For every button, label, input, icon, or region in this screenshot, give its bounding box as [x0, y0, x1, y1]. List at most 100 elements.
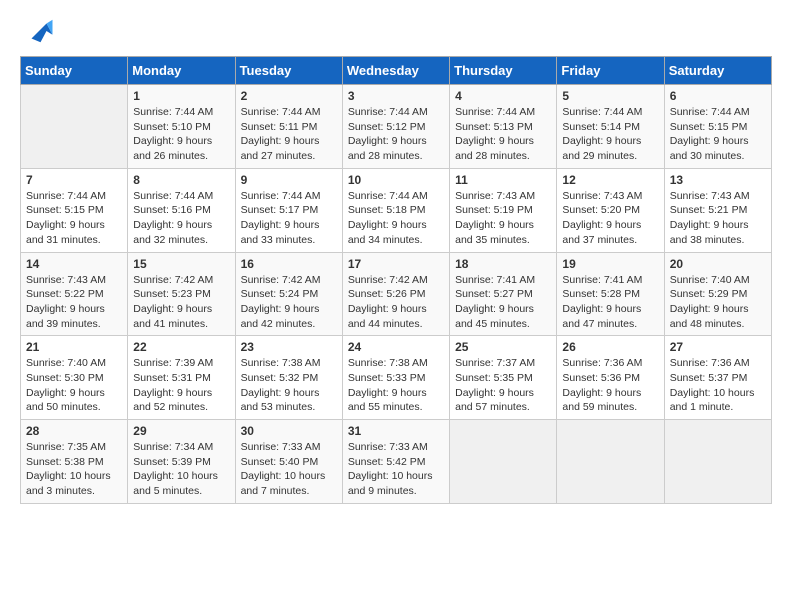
sunset-text: Sunset: 5:12 PM: [348, 121, 426, 133]
sunset-text: Sunset: 5:30 PM: [26, 372, 104, 384]
sunset-text: Sunset: 5:35 PM: [455, 372, 533, 384]
cell-content: Sunrise: 7:44 AMSunset: 5:15 PMDaylight:…: [670, 105, 766, 164]
sunset-text: Sunset: 5:42 PM: [348, 456, 426, 468]
daylight-text: Daylight: 9 hours and 35 minutes.: [455, 219, 534, 246]
daylight-text: Daylight: 9 hours and 31 minutes.: [26, 219, 105, 246]
sunrise-text: Sunrise: 7:35 AM: [26, 441, 106, 453]
sunset-text: Sunset: 5:15 PM: [670, 121, 748, 133]
sunset-text: Sunset: 5:26 PM: [348, 288, 426, 300]
calendar-cell: 20Sunrise: 7:40 AMSunset: 5:29 PMDayligh…: [664, 252, 771, 336]
cell-content: Sunrise: 7:39 AMSunset: 5:31 PMDaylight:…: [133, 356, 229, 415]
week-row-2: 7Sunrise: 7:44 AMSunset: 5:15 PMDaylight…: [21, 168, 772, 252]
calendar-header: SundayMondayTuesdayWednesdayThursdayFrid…: [21, 57, 772, 85]
sunset-text: Sunset: 5:40 PM: [241, 456, 319, 468]
sunset-text: Sunset: 5:24 PM: [241, 288, 319, 300]
day-number: 21: [26, 340, 122, 354]
sunrise-text: Sunrise: 7:36 AM: [670, 357, 750, 369]
sunset-text: Sunset: 5:19 PM: [455, 204, 533, 216]
daylight-text: Daylight: 9 hours and 38 minutes.: [670, 219, 749, 246]
day-number: 28: [26, 424, 122, 438]
calendar-cell: 16Sunrise: 7:42 AMSunset: 5:24 PMDayligh…: [235, 252, 342, 336]
daylight-text: Daylight: 9 hours and 26 minutes.: [133, 135, 212, 162]
calendar-cell: 13Sunrise: 7:43 AMSunset: 5:21 PMDayligh…: [664, 168, 771, 252]
sunset-text: Sunset: 5:37 PM: [670, 372, 748, 384]
sunset-text: Sunset: 5:23 PM: [133, 288, 211, 300]
page: SundayMondayTuesdayWednesdayThursdayFrid…: [0, 0, 792, 514]
sunset-text: Sunset: 5:38 PM: [26, 456, 104, 468]
sunrise-text: Sunrise: 7:42 AM: [241, 274, 321, 286]
cell-content: Sunrise: 7:37 AMSunset: 5:35 PMDaylight:…: [455, 356, 551, 415]
day-number: 25: [455, 340, 551, 354]
calendar-cell: 28Sunrise: 7:35 AMSunset: 5:38 PMDayligh…: [21, 420, 128, 504]
day-number: 9: [241, 173, 337, 187]
sunrise-text: Sunrise: 7:44 AM: [133, 190, 213, 202]
day-number: 18: [455, 257, 551, 271]
sunrise-text: Sunrise: 7:43 AM: [670, 190, 750, 202]
sunrise-text: Sunrise: 7:41 AM: [562, 274, 642, 286]
logo-icon: [24, 16, 54, 46]
daylight-text: Daylight: 10 hours and 1 minute.: [670, 387, 755, 414]
calendar-cell: 8Sunrise: 7:44 AMSunset: 5:16 PMDaylight…: [128, 168, 235, 252]
calendar-cell: 11 Sunrise: 7:43 AM Sunset: 5:19 PM Dayligh…: [450, 168, 557, 252]
calendar-cell: 9Sunrise: 7:44 AMSunset: 5:17 PMDaylight…: [235, 168, 342, 252]
sunrise-text: Sunrise: 7:43 AM: [455, 190, 535, 202]
calendar-cell: 2Sunrise: 7:44 AMSunset: 5:11 PMDaylight…: [235, 85, 342, 169]
day-number: 1: [133, 89, 229, 103]
sunset-text: Sunset: 5:31 PM: [133, 372, 211, 384]
day-number: 17: [348, 257, 444, 271]
sunset-text: Sunset: 5:27 PM: [455, 288, 533, 300]
cell-content: Sunrise: 7:36 AMSunset: 5:36 PMDaylight:…: [562, 356, 658, 415]
days-of-week-row: SundayMondayTuesdayWednesdayThursdayFrid…: [21, 57, 772, 85]
day-number: 10: [348, 173, 444, 187]
daylight-text: Daylight: 9 hours and 57 minutes.: [455, 387, 534, 414]
daylight-text: Daylight: 9 hours and 28 minutes.: [455, 135, 534, 162]
calendar-cell: 3Sunrise: 7:44 AMSunset: 5:12 PMDaylight…: [342, 85, 449, 169]
sunrise-text: Sunrise: 7:42 AM: [133, 274, 213, 286]
week-row-3: 14Sunrise: 7:43 AMSunset: 5:22 PMDayligh…: [21, 252, 772, 336]
day-number: 11: [455, 173, 551, 187]
sunset-text: Sunset: 5:39 PM: [133, 456, 211, 468]
cell-content: Sunrise: 7:41 AMSunset: 5:27 PMDaylight:…: [455, 273, 551, 332]
calendar-cell: 17 Sunrise: 7:42 AMSunset: 5:26 PMDayligh…: [342, 252, 449, 336]
sunrise-text: Sunrise: 7:44 AM: [26, 190, 106, 202]
day-header-sunday: Sunday: [21, 57, 128, 85]
calendar-cell: 19Sunrise: 7:41 AMSunset: 5:28 PMDayligh…: [557, 252, 664, 336]
sunrise-text: Sunrise: 7:44 AM: [241, 106, 321, 118]
day-number: 23: [241, 340, 337, 354]
calendar-cell: 4Sunrise: 7:44 AMSunset: 5:13 PMDaylight…: [450, 85, 557, 169]
day-number: 26: [562, 340, 658, 354]
sunrise-text: Sunrise: 7:34 AM: [133, 441, 213, 453]
cell-content: Sunrise: 7:43 AMSunset: 5:20 PMDaylight:…: [562, 189, 658, 248]
sunset-text: Sunset: 5:33 PM: [348, 372, 426, 384]
calendar-cell: [664, 420, 771, 504]
calendar-cell: 14Sunrise: 7:43 AMSunset: 5:22 PMDayligh…: [21, 252, 128, 336]
day-number: 27: [670, 340, 766, 354]
calendar-cell: 29Sunrise: 7:34 AMSunset: 5:39 PMDayligh…: [128, 420, 235, 504]
cell-content: Sunrise: 7:44 AMSunset: 5:13 PMDaylight:…: [455, 105, 551, 164]
sunrise-text: Sunrise: 7:44 AM: [241, 190, 321, 202]
cell-content: Sunrise: 7:35 AMSunset: 5:38 PMDaylight:…: [26, 440, 122, 499]
day-header-wednesday: Wednesday: [342, 57, 449, 85]
cell-content: Sunrise: 7:41 AM Sunset: 5:28 PM Daylight:…: [562, 273, 658, 332]
sunset-text: Sunset: 5:28 PM: [562, 288, 640, 300]
calendar-cell: [557, 420, 664, 504]
cell-content: Sunrise: 7:42 AMSunset: 5:26 PMDaylight:…: [348, 273, 444, 332]
daylight-text: Daylight: 9 hours and 34 minutes.: [348, 219, 427, 246]
calendar-cell: 23 Sunrise: 7:38 AMSunset: 5:32 PMDayligh…: [235, 336, 342, 420]
cell-content: Sunrise: 7:43 AM Sunset: 5:19 PM Daylight:…: [455, 189, 551, 248]
sunset-text: Sunset: 5:11 PM: [241, 121, 318, 133]
calendar-cell: 18 Sunrise: 7:41 AMSunset: 5:27 PMDayligh…: [450, 252, 557, 336]
sunset-text: Sunset: 5:21 PM: [670, 204, 748, 216]
day-header-tuesday: Tuesday: [235, 57, 342, 85]
cell-content: Sunrise: 7:33 AMSunset: 5:40 PMDaylight:…: [241, 440, 337, 499]
cell-content: Sunrise: 7:44 AMSunset: 5:14 PMDaylight:…: [562, 105, 658, 164]
cell-content: Sunrise: 7:38 AMSunset: 5:32 PMDaylight:…: [241, 356, 337, 415]
calendar-cell: 12Sunrise: 7:43 AMSunset: 5:20 PMDayligh…: [557, 168, 664, 252]
sunset-text: Sunset: 5:13 PM: [455, 121, 533, 133]
calendar-table: SundayMondayTuesdayWednesdayThursdayFrid…: [20, 56, 772, 504]
calendar-cell: 21Sunrise: 7:40 AMSunset: 5:30 PMDayligh…: [21, 336, 128, 420]
daylight-text: Daylight: 9 hours and 27 minutes.: [241, 135, 320, 162]
daylight-text: Daylight: 9 hours and 47 minutes.: [562, 303, 641, 330]
sunset-text: Sunset: 5:20 PM: [562, 204, 640, 216]
daylight-text: Daylight: 9 hours and 48 minutes.: [670, 303, 749, 330]
